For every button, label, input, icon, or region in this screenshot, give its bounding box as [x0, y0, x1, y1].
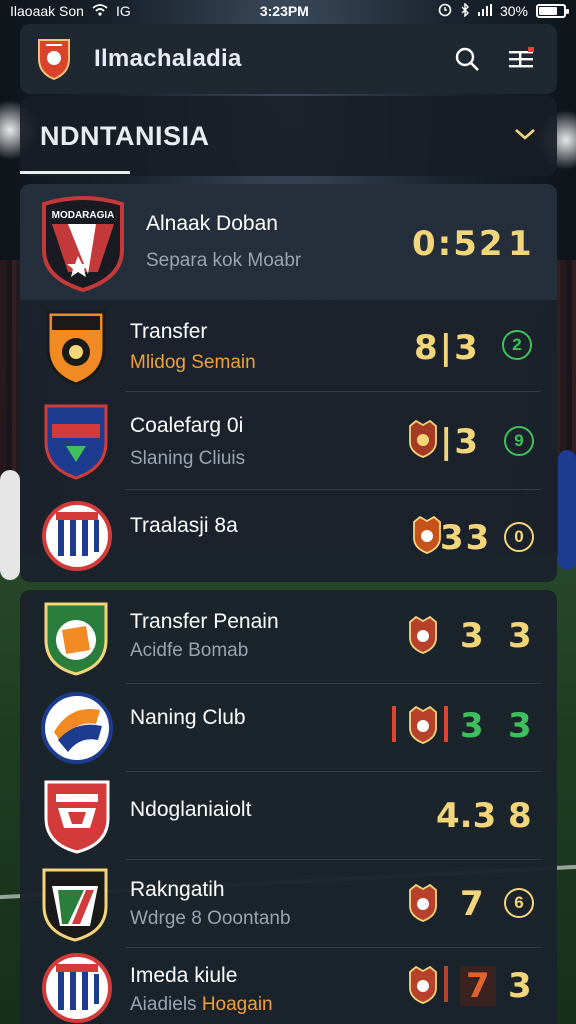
team-name: Traalasji 8a [130, 514, 238, 537]
league-title: NDNTANISIA [40, 120, 210, 151]
club-crest-icon [412, 515, 442, 554]
player-figure [0, 470, 20, 580]
team-name: Alnaak Doban [146, 212, 278, 235]
bluetooth-icon [460, 1, 470, 20]
alarm-icon [438, 3, 452, 20]
list-item[interactable]: Transfer Penain Acidfe Bomab 3 3 [20, 590, 557, 684]
match-score: 3 [460, 616, 484, 656]
match-score: 4.3 [436, 796, 497, 836]
network-label: IG [115, 3, 131, 19]
crest-text: MODARAGIA [52, 210, 115, 221]
list-item[interactable]: Transfer Mlidog Semain 8|3 2 [20, 300, 557, 392]
battery-level: 30% [499, 3, 528, 19]
club-crest-icon [40, 690, 114, 771]
match-score: 8|3 [414, 328, 480, 368]
team-subtitle: Aiadiels Hoagain [130, 994, 273, 1016]
points-value: 3 [508, 706, 532, 746]
club-crest-icon [42, 778, 112, 859]
match-score: 0:52 [412, 224, 505, 264]
club-crest-icon [42, 402, 110, 485]
team-name: Naning Club [130, 706, 246, 729]
club-crest-icon [44, 308, 108, 391]
team-name: Ndoglaniaiolt [130, 798, 252, 821]
team-name: Rakngatih [130, 878, 225, 901]
points-value: 3 [508, 966, 532, 1006]
club-crest-icon: MODARAGIA [38, 194, 128, 297]
signal-icon [477, 3, 492, 19]
club-crest-icon[interactable] [36, 37, 72, 81]
match-score: 7 [460, 884, 484, 924]
match-score: 33 [440, 518, 492, 558]
team-subtitle-accent: Hoagain [201, 994, 273, 1015]
live-indicator [444, 966, 448, 1002]
clock: 3:23PM [259, 3, 309, 19]
player-figure [558, 450, 576, 570]
team-name: Transfer Penain [130, 610, 279, 633]
club-crest-icon [42, 600, 110, 681]
team-name: Coalefarg 0i [130, 414, 244, 437]
club-crest-icon [408, 615, 438, 654]
club-crest-icon [408, 965, 438, 1004]
wifi-icon [92, 3, 108, 19]
list-item[interactable]: Ndoglaniaiolt 4.3 8 [20, 772, 557, 860]
app-title: Ilmachaladia [94, 45, 242, 72]
standings-group: MODARAGIA Alnaak Doban Separa kok Moabr … [20, 184, 557, 582]
club-crest-icon [408, 883, 438, 922]
league-section-header[interactable]: NDNTANISIA [20, 96, 557, 176]
search-icon[interactable] [447, 39, 487, 79]
standings-group: Transfer Penain Acidfe Bomab 3 3 Naning … [20, 590, 557, 1024]
section-underline [20, 171, 130, 174]
battery-icon [535, 4, 569, 18]
team-subtitle-plain: Aiadiels [130, 994, 197, 1015]
status-bar: Ilaoaak Son IG 3:23PM 30% [0, 0, 576, 22]
list-item[interactable]: Traalasji 8a 33 0 [20, 490, 557, 582]
form-badge: 6 [504, 888, 534, 918]
points-value: 1 [508, 224, 532, 264]
list-item[interactable]: Naning Club 3 3 [20, 684, 557, 772]
form-badge: 9 [504, 426, 534, 456]
team-subtitle: Acidfe Bomab [130, 640, 249, 661]
team-subtitle: Mlidog Semain [130, 352, 256, 373]
match-score: |3 [440, 422, 481, 462]
team-subtitle: Slaning Cliuis [130, 448, 246, 469]
form-badge: 0 [504, 522, 534, 552]
club-crest-icon [42, 952, 112, 1024]
form-badge: 2 [502, 330, 532, 360]
match-score: 3 [460, 706, 484, 746]
carrier-label: Ilaoaak Son [10, 3, 84, 19]
points-value: 8 [508, 796, 532, 836]
list-item[interactable]: Coalefarg 0i Slaning Cliuis |3 9 [20, 392, 557, 490]
list-item[interactable]: Rakngatih Wdrge 8 Ooontanb 7 6 [20, 860, 557, 948]
team-name: Imeda kiule [130, 964, 238, 987]
team-subtitle: Wdrge 8 Ooontanb [130, 908, 291, 929]
chevron-down-icon[interactable] [513, 126, 537, 147]
menu-icon[interactable] [501, 39, 541, 79]
live-indicator [392, 706, 396, 742]
team-name: Transfer [130, 320, 208, 343]
list-item[interactable]: MODARAGIA Alnaak Doban Separa kok Moabr … [20, 184, 557, 300]
club-crest-icon [42, 498, 112, 579]
team-subtitle: Separa kok Moabr [146, 250, 302, 271]
live-indicator [444, 706, 448, 742]
match-score: 7 [460, 966, 496, 1006]
club-crest-icon [408, 705, 438, 744]
points-value: 3 [508, 616, 532, 656]
club-crest-icon [40, 866, 110, 947]
list-item[interactable]: Imeda kiule Aiadiels Hoagain 7 3 [20, 948, 557, 1024]
app-header: Ilmachaladia [20, 24, 557, 94]
club-crest-icon [408, 419, 438, 458]
